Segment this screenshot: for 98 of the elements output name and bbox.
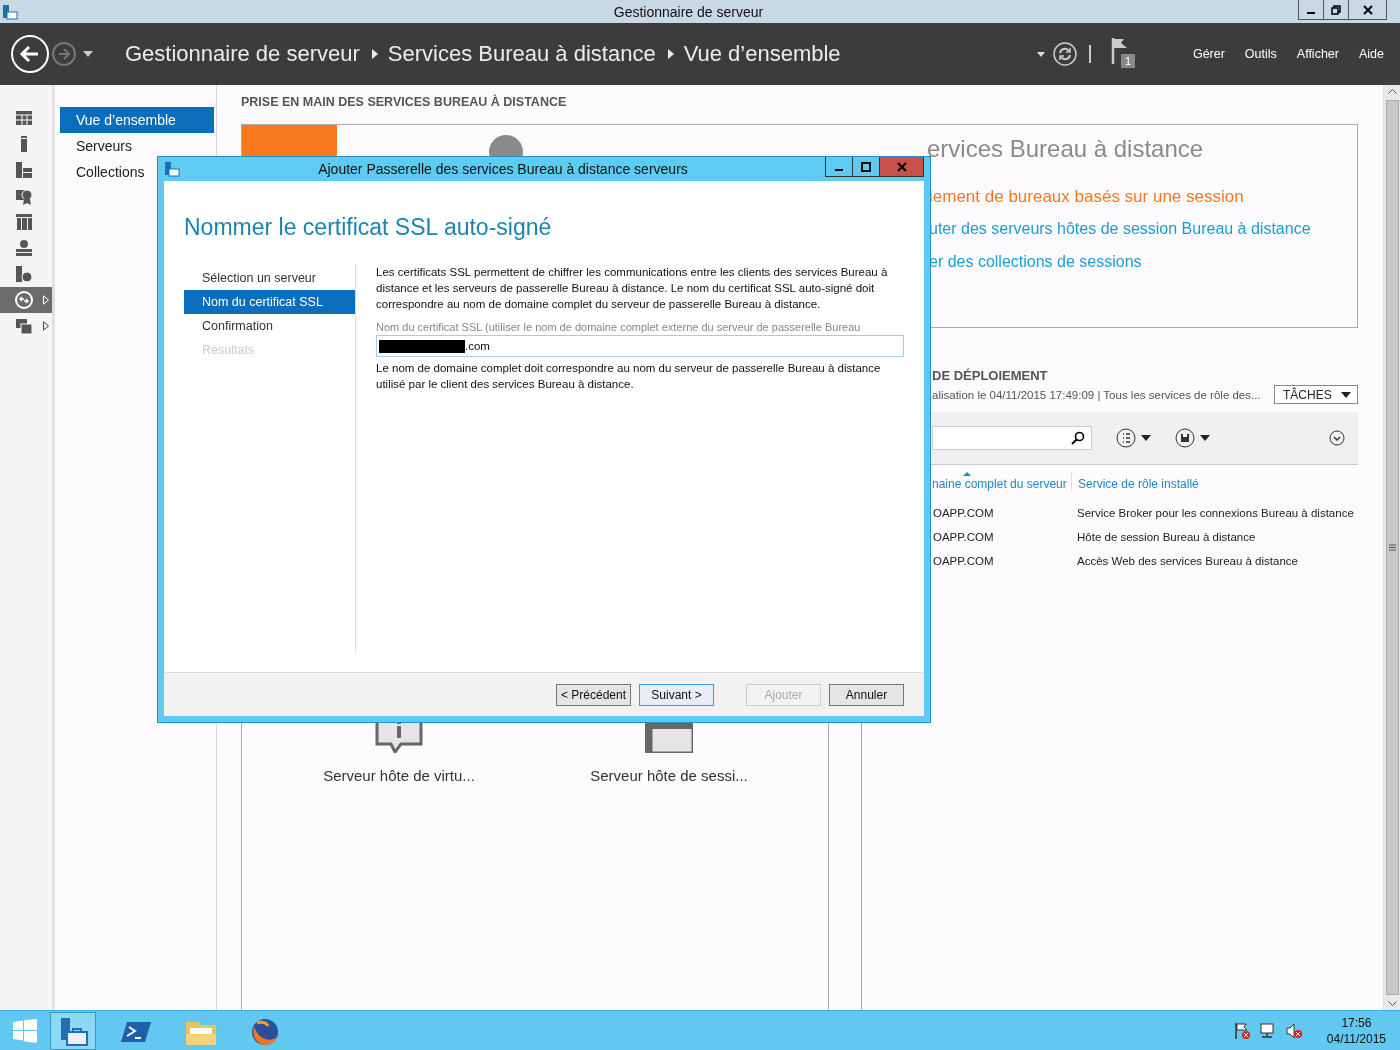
table-cell-text: OAPP.COM: [933, 554, 995, 568]
dialog-button[interactable]: Suivant >: [639, 683, 714, 706]
separator-arrow-icon: [371, 49, 378, 59]
menu-item[interactable]: Outils: [1244, 47, 1277, 61]
remote-desktop-icon: [15, 291, 33, 309]
refresh-info: alisation le 04/11/2015 17:49:09 | Tous les services de rôle des...: [932, 388, 1261, 401]
table-cell: Service Broker pour les connexions Bureau à distance: [1077, 506, 1354, 520]
caret-icon: [1141, 435, 1151, 441]
app-icon: [2, 3, 18, 20]
menu-item[interactable]: Afficher: [1296, 47, 1339, 61]
save-icon: [1175, 428, 1195, 448]
minimize-icon: [835, 169, 843, 171]
forward-button[interactable]: [52, 42, 76, 66]
window-title: Gestionnaire de serveur: [612, 3, 765, 20]
expand-button[interactable]: [1329, 430, 1345, 446]
scrollbar[interactable]: [1383, 85, 1400, 1010]
expand-arrow-icon: [43, 295, 49, 305]
dialog-title: Ajouter Passerelle des services Bureau à distance serveurs: [317, 161, 689, 177]
network-icon: [1258, 1021, 1277, 1040]
speaker-muted-icon: [1284, 1021, 1303, 1040]
network-server-icon: [15, 239, 33, 257]
role-label: Serveur hôte de sessi...: [590, 767, 748, 784]
windows-logo-icon: [13, 1018, 37, 1043]
filter-field[interactable]: [932, 426, 1092, 450]
close-icon: [1362, 4, 1373, 15]
servers-icon: [15, 161, 33, 179]
dialog-heading: Nommer le certificat SSL auto-signé: [183, 213, 553, 241]
chevron-down-icon: [1329, 430, 1345, 446]
restore-icon: [1331, 4, 1341, 15]
history-dropdown[interactable]: [83, 51, 93, 57]
close-icon: [896, 161, 907, 172]
clock-time: 17:56: [1341, 1014, 1372, 1031]
table-cell: Accès Web des services Bureau à distance: [1077, 554, 1298, 568]
expand-arrow-icon: [43, 321, 49, 331]
close-button[interactable]: [1348, 0, 1387, 20]
nav-item[interactable]: Collections: [60, 159, 214, 185]
server-globe-icon: [15, 265, 33, 283]
hint-text: Le nom de domaine complet doit correspondre au nom du serveur de passerelle Bureau à distance utilisé par le client des services Bureau à distance.: [376, 361, 882, 392]
column-header[interactable]: Service de rôle installé: [1078, 472, 1199, 491]
notifications-button[interactable]: 1: [1110, 38, 1143, 70]
refresh-icon: [1052, 42, 1077, 66]
caret-icon: [1036, 51, 1045, 57]
field-label: Nom du certificat SSL (utiliser le nom de domaine complet externe du serveur de passerelle Bureau: [376, 320, 862, 334]
separator-arrow-icon: [667, 49, 674, 59]
folders-icon: [15, 317, 33, 335]
caret-icon: [1200, 435, 1210, 441]
breadcrumb-item[interactable]: Services Bureau à distance: [387, 41, 656, 67]
grip-icon: [1388, 544, 1396, 551]
tasks-dropdown[interactable]: TÂCHES: [1274, 385, 1358, 404]
taskbar-app-button[interactable]: [50, 1011, 96, 1050]
notification-badge: 1: [1120, 54, 1136, 68]
wizard-step[interactable]: Confirmation: [184, 314, 355, 338]
minimize-icon: [1307, 12, 1315, 14]
dialog-button[interactable]: Annuler: [829, 683, 904, 706]
flag-error-icon: [1232, 1021, 1251, 1040]
nav-item[interactable]: Serveurs: [60, 133, 214, 159]
role-label: Serveur hôte de virtu...: [323, 767, 475, 784]
table-cell: Hôte de session Bureau à distance: [1077, 530, 1256, 544]
scroll-up-icon: [1387, 89, 1397, 94]
forward-arrow-icon: [57, 47, 71, 61]
app-icon: [164, 161, 180, 177]
sidebar-icon-button[interactable]: [0, 287, 52, 313]
nav-item[interactable]: Vue d’ensemble: [60, 107, 214, 133]
back-button[interactable]: [11, 35, 49, 73]
clock[interactable]: 17:56 04/11/2015: [1326, 1014, 1386, 1047]
list-icon: [1116, 428, 1136, 448]
caret-icon: [1341, 391, 1351, 398]
dialog-button[interactable]: < Précédent: [556, 683, 631, 706]
column-header[interactable]: naine complet du serveur: [932, 472, 1067, 491]
breadcrumb-item[interactable]: Vue d’ensemble: [683, 41, 841, 67]
clock-date: 04/11/2015: [1326, 1030, 1386, 1047]
caret-icon: [83, 51, 93, 57]
wizard-step[interactable]: Nom du certificat SSL: [184, 290, 355, 314]
menu-item[interactable]: Aide: [1358, 47, 1384, 61]
save-options-button[interactable]: [1175, 428, 1210, 448]
certificate-icon: [15, 187, 33, 205]
sort-arrow-icon: [963, 472, 971, 476]
refresh-button[interactable]: [1052, 42, 1077, 66]
card-title: ervices Bureau à distance: [927, 135, 1205, 163]
description-text: Les certificats SSL permettent de chiffrer les communications entre les clients des services Bureau à distance et les serveurs de passerelle Bureau à distance. Le nom du certificat SSL auto-signé doit correspondre au nom de domaine complet du serveur de passerelle Bureau à distance.: [376, 265, 889, 312]
wizard-step[interactable]: Sélection un serveur: [184, 266, 355, 290]
list-options-button[interactable]: [1116, 428, 1151, 448]
minimize-button[interactable]: [825, 157, 853, 177]
minimize-button[interactable]: [1298, 0, 1324, 20]
menu-item[interactable]: Gérer: [1192, 47, 1225, 61]
maximize-icon: [861, 161, 871, 172]
field-value: .com: [465, 340, 490, 352]
certificate-name-field[interactable]: .com: [376, 335, 904, 357]
scroll-down-icon: [1387, 1001, 1397, 1006]
scroll-thumb[interactable]: [1385, 100, 1399, 995]
dropdown-button[interactable]: [1036, 51, 1045, 57]
cluster-icon: [15, 213, 33, 231]
table-cell-text: OAPP.COM: [933, 530, 995, 544]
breadcrumb-item[interactable]: Gestionnaire de serveur: [125, 41, 360, 67]
table-cell-text: OAPP.COM: [933, 506, 995, 520]
search-icon: [1071, 431, 1085, 445]
section-heading: PRISE EN MAIN DES SERVICES BUREAU À DISTANCE: [241, 95, 568, 109]
grid-icon: [15, 109, 33, 127]
